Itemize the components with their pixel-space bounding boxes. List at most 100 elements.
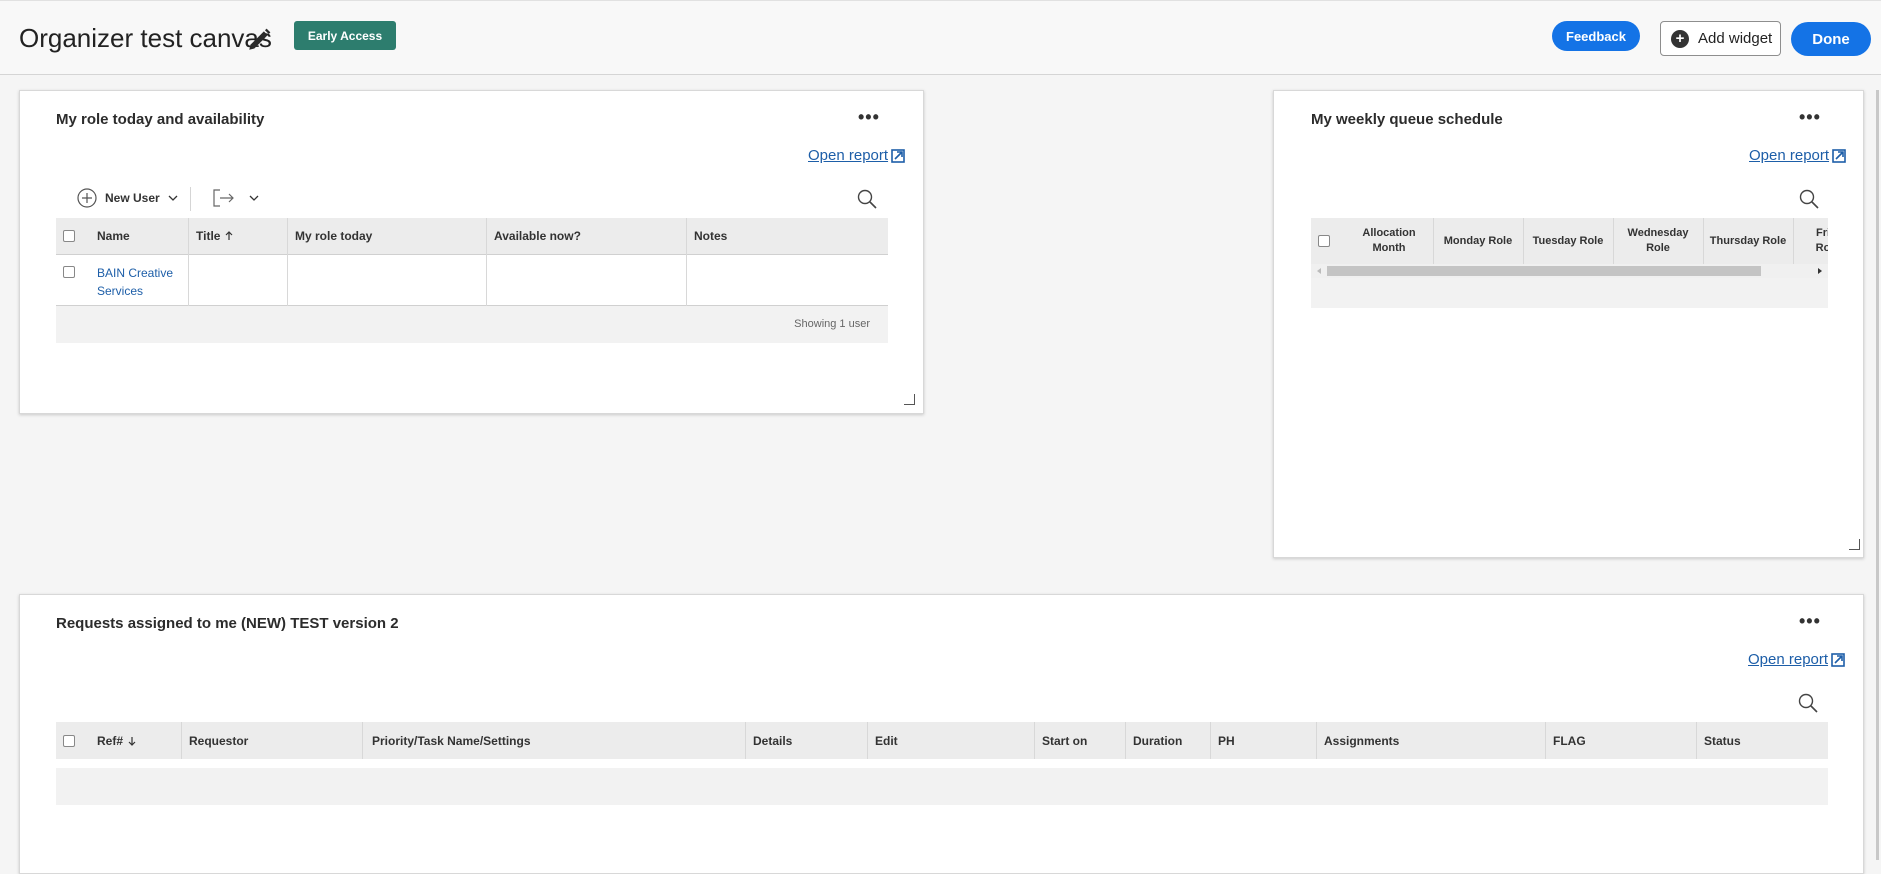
column-header-friday-role[interactable]: Fri Ro [1793, 218, 1828, 264]
column-divider [1523, 218, 1524, 264]
widget-weekly-queue: My weekly queue schedule ••• Open report… [1273, 90, 1864, 558]
showing-count: Showing 1 user [794, 318, 870, 330]
new-user-button[interactable]: New User [77, 188, 178, 208]
widget-title: Requests assigned to me (NEW) TEST versi… [56, 615, 399, 632]
column-header-flag[interactable]: FLAG [1553, 722, 1586, 759]
column-divider [1125, 722, 1126, 759]
column-divider [1316, 722, 1317, 759]
column-header-line1: Thursday Role [1709, 235, 1787, 247]
column-divider [1034, 722, 1035, 759]
column-divider [1210, 722, 1211, 759]
column-header-assignments[interactable]: Assignments [1324, 722, 1399, 759]
select-all-checkbox[interactable] [63, 218, 75, 254]
column-header-ref-label: Ref# [97, 733, 124, 748]
column-header-monday-role[interactable]: Monday Role [1433, 218, 1523, 264]
open-report-link[interactable]: Open report [1748, 651, 1845, 668]
header-bar: Organizer test canvas Early Access Feedb… [0, 0, 1881, 75]
column-divider [181, 722, 182, 759]
search-icon[interactable] [1798, 693, 1818, 713]
column-header-details[interactable]: Details [753, 722, 792, 759]
scroll-left-icon[interactable] [1314, 264, 1324, 278]
column-divider [867, 722, 868, 759]
horizontal-scrollbar[interactable] [1311, 264, 1828, 278]
more-horizontal-icon[interactable]: ••• [1799, 611, 1821, 632]
add-widget-button[interactable]: + Add widget [1660, 21, 1781, 56]
done-button[interactable]: Done [1791, 22, 1871, 56]
column-header-edit[interactable]: Edit [875, 722, 898, 759]
column-divider [1433, 218, 1434, 264]
column-header-line2: Ro [1815, 242, 1828, 254]
early-access-badge: Early Access [294, 21, 396, 50]
search-icon[interactable] [857, 189, 877, 209]
column-header-name[interactable]: Name [97, 218, 130, 254]
row-name-line2: Services [97, 284, 144, 298]
widget-title: My weekly queue schedule [1311, 111, 1503, 128]
column-divider [686, 218, 687, 306]
column-divider [1793, 218, 1794, 264]
open-report-link[interactable]: Open report [808, 147, 905, 164]
column-header-available-now[interactable]: Available now? [494, 218, 581, 254]
chevron-down-icon [168, 195, 178, 201]
column-header-ph[interactable]: PH [1218, 722, 1235, 759]
add-widget-label: Add widget [1698, 30, 1773, 47]
table-header: Name Title My role today Available now? … [56, 218, 888, 255]
column-header-requestor[interactable]: Requestor [189, 722, 248, 759]
table-header: Ref# Requestor Priority/Task Name/Settin… [56, 722, 1828, 759]
widget-requests: Requests assigned to me (NEW) TEST versi… [19, 594, 1864, 874]
column-header-title[interactable]: Title [196, 218, 234, 254]
column-header-start-on[interactable]: Start on [1042, 722, 1087, 759]
pencil-icon[interactable] [246, 27, 272, 53]
export-button[interactable] [213, 189, 259, 207]
column-header-tuesday-role[interactable]: Tuesday Role [1523, 218, 1613, 264]
column-header-line1: Fri [1815, 227, 1828, 239]
column-header-thursday-role[interactable]: Thursday Role [1703, 218, 1793, 264]
column-header-title-label: Title [196, 229, 221, 243]
column-header-duration[interactable]: Duration [1133, 722, 1182, 759]
column-header-line1: Wednesday [1627, 227, 1689, 239]
column-divider [1613, 218, 1614, 264]
resize-handle[interactable] [904, 394, 915, 405]
column-header-priority-task[interactable]: Priority/Task Name/Settings [372, 722, 531, 759]
page-scrollbar[interactable] [1876, 90, 1879, 860]
search-icon[interactable] [1799, 189, 1819, 209]
select-all-checkbox[interactable] [1318, 234, 1330, 252]
widget-title: My role today and availability [56, 111, 265, 128]
page-title: Organizer test canvas [19, 23, 272, 53]
column-header-line1: Tuesday Role [1532, 235, 1604, 247]
table-header: Allocation Month Monday Role Tuesday Rol… [1311, 218, 1828, 264]
scrollbar-thumb[interactable] [1327, 266, 1761, 276]
column-divider [188, 218, 189, 306]
column-divider [1545, 722, 1546, 759]
column-header-line1: Monday Role [1443, 235, 1513, 247]
role-table: Name Title My role today Available now? … [56, 218, 888, 343]
resize-handle[interactable] [1849, 539, 1860, 550]
open-report-link[interactable]: Open report [1749, 147, 1846, 164]
column-header-allocation-month[interactable]: Allocation Month [1348, 218, 1430, 264]
widget-role-availability: My role today and availability ••• Open … [19, 90, 924, 414]
table-row: BAIN Creative Services [56, 255, 888, 306]
column-header-line2: Month [1372, 242, 1406, 254]
row-name-line1: BAIN Creative [97, 266, 174, 280]
column-header-ref[interactable]: Ref# [97, 722, 137, 759]
row-name-link[interactable]: BAIN Creative Services [97, 264, 173, 300]
export-icon [213, 189, 234, 207]
table-footer [56, 768, 1828, 805]
scroll-right-icon[interactable] [1815, 264, 1825, 278]
more-horizontal-icon[interactable]: ••• [1799, 107, 1821, 128]
table-footer: Showing 1 user [56, 306, 888, 343]
requests-table: Ref# Requestor Priority/Task Name/Settin… [56, 722, 1828, 805]
column-header-my-role-today[interactable]: My role today [295, 218, 372, 254]
more-horizontal-icon[interactable]: ••• [858, 107, 880, 128]
select-all-checkbox[interactable] [63, 722, 75, 759]
column-divider [362, 722, 363, 759]
table-footer [1311, 278, 1828, 308]
sort-ascending-icon [226, 231, 233, 240]
plus-circle-icon: + [1671, 29, 1689, 48]
column-divider [486, 218, 487, 306]
column-header-notes[interactable]: Notes [694, 218, 727, 254]
column-header-status[interactable]: Status [1704, 722, 1741, 759]
feedback-button[interactable]: Feedback [1552, 21, 1640, 51]
new-user-label: New User [105, 191, 160, 205]
column-header-wednesday-role[interactable]: Wednesday Role [1613, 218, 1703, 264]
row-checkbox[interactable] [63, 265, 75, 283]
